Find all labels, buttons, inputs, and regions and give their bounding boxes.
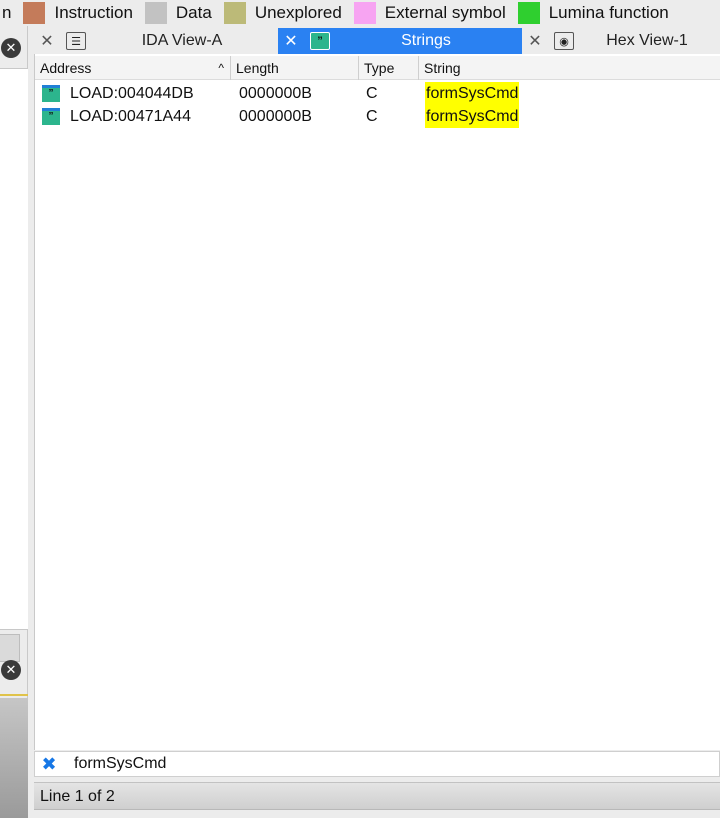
column-header-type[interactable]: Type	[359, 56, 419, 80]
ida-window: n Instruction Data Unexplored External s…	[0, 0, 720, 818]
close-tab-icon[interactable]: ✕	[34, 31, 60, 51]
column-header-label: Address	[40, 60, 92, 76]
tab-strings[interactable]: ✕ ” Strings	[278, 28, 522, 54]
close-panel-icon[interactable]: ✕	[1, 660, 21, 680]
legend-label: Unexplored	[254, 3, 342, 22]
close-tab-icon[interactable]: ✕	[278, 31, 304, 51]
legend-swatch-data	[144, 2, 167, 24]
tab-label: IDA View-A	[141, 32, 223, 49]
string-icon: ”	[42, 85, 60, 102]
cell-string: formSysCmd	[425, 105, 520, 128]
legend-swatch-external-symbol	[353, 2, 376, 24]
sort-ascending-icon: ^	[218, 61, 224, 75]
clear-filter-icon[interactable]: ✖	[39, 754, 59, 775]
status-line: Line 1 of 2	[34, 782, 720, 810]
column-header-label: Type	[364, 60, 395, 76]
legend-item-instruction: Instruction	[23, 2, 144, 24]
tab-label: Hex View-1	[606, 32, 688, 49]
filter-input[interactable]: formSysCmd	[74, 755, 166, 773]
cell-address: LOAD:004044DB	[70, 85, 194, 102]
table-row[interactable]: ” LOAD:00471A44 0000000B C formSysCmd	[35, 105, 720, 128]
legend-label: n	[2, 3, 12, 22]
graph-overview-panel[interactable]	[0, 698, 28, 818]
legend-label: External symbol	[384, 3, 506, 22]
legend-label: Data	[175, 3, 212, 22]
listing-icon: ☰	[66, 32, 86, 50]
legend-label: Instruction	[54, 3, 133, 22]
column-header-label: Length	[236, 60, 279, 76]
hex-icon: ◉	[554, 32, 574, 50]
table-row[interactable]: ” LOAD:004044DB 0000000B C formSysCmd	[35, 82, 720, 105]
cell-string: formSysCmd	[425, 82, 520, 105]
legend-label: Lumina function	[548, 3, 669, 22]
quote-icon: ”	[310, 32, 330, 50]
cell-length: 0000000B	[239, 85, 312, 102]
left-dock-panel: ✕ ✕	[0, 26, 28, 818]
cell-length: 0000000B	[239, 108, 312, 125]
table-header: Address ^ Length Type String	[35, 56, 720, 80]
quick-filter-bar: ✖ formSysCmd	[34, 751, 720, 777]
functions-list-panel[interactable]	[0, 68, 28, 630]
column-header-length[interactable]: Length	[231, 56, 359, 80]
legend-item-function-partial: n	[0, 3, 23, 23]
cell-type: C	[366, 108, 378, 125]
legend-swatch-lumina-function	[517, 2, 540, 24]
color-legend: n Instruction Data Unexplored External s…	[0, 0, 720, 26]
legend-item-unexplored: Unexplored	[223, 2, 354, 24]
dock-scroll-button[interactable]	[0, 634, 20, 662]
legend-swatch-instruction	[23, 2, 46, 24]
legend-swatch-unexplored	[223, 2, 246, 24]
cell-type: C	[366, 85, 378, 102]
tab-ida-view-a[interactable]: ✕ ☰ IDA View-A	[34, 28, 278, 54]
dock-divider	[0, 694, 28, 696]
close-panel-icon[interactable]: ✕	[1, 38, 21, 58]
cell-address: LOAD:00471A44	[70, 108, 191, 125]
legend-item-external-symbol: External symbol	[353, 2, 518, 24]
tab-label: Strings	[401, 32, 451, 49]
tab-hex-view-1[interactable]: ✕ ◉ Hex View-1	[522, 28, 720, 54]
tab-bar: ✕ ☰ IDA View-A ✕ ” Strings ✕ ◉ Hex View-…	[34, 28, 720, 54]
column-header-address[interactable]: Address ^	[35, 56, 231, 80]
column-header-string[interactable]: String	[419, 56, 720, 80]
close-tab-icon[interactable]: ✕	[522, 31, 548, 51]
column-header-label: String	[424, 60, 461, 76]
legend-item-data: Data	[144, 2, 224, 24]
string-icon: ”	[42, 108, 60, 125]
legend-item-lumina-function: Lumina function	[517, 2, 681, 24]
strings-view: Address ^ Length Type String ” LOAD:0040…	[34, 54, 720, 750]
